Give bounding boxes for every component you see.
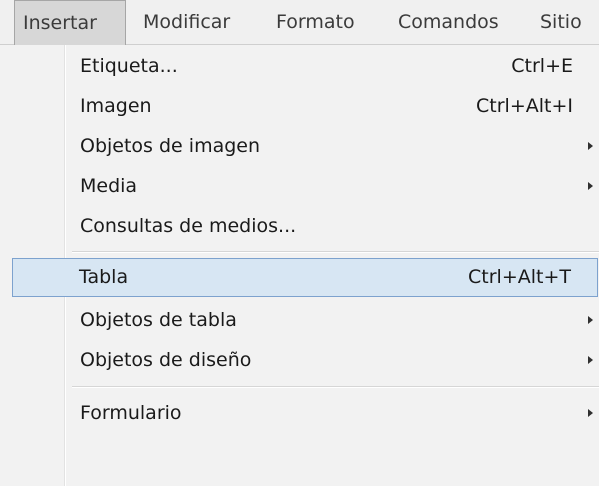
submenu-arrow-icon: [588, 356, 593, 364]
menu-item-label: Objetos de tabla: [80, 309, 237, 331]
submenu-arrow-icon: [588, 182, 593, 190]
menubar-item-insertar[interactable]: Insertar: [14, 0, 126, 45]
menu-item-media[interactable]: Media: [0, 167, 599, 206]
menu-item-label: Formulario: [80, 402, 182, 424]
submenu-arrow-icon: [588, 409, 593, 417]
menubar-item-sitio[interactable]: Sitio: [540, 0, 582, 45]
menu-item-formulario[interactable]: Formulario: [0, 394, 599, 433]
submenu-arrow-icon: [588, 316, 593, 324]
menu-item-objetos-de-tabla[interactable]: Objetos de tabla: [0, 301, 599, 340]
menubar-item-formato[interactable]: Formato: [276, 0, 355, 45]
menu-item-label: Consultas de medios...: [80, 215, 297, 237]
menu-item-label: Objetos de imagen: [80, 135, 261, 157]
menu-item-tabla[interactable]: Tabla Ctrl+Alt+T: [12, 258, 598, 297]
menubar-item-comandos[interactable]: Comandos: [398, 0, 499, 45]
menu-item-shortcut: Ctrl+Alt+T: [468, 266, 571, 288]
menu-bar: Insertar Modificar Formato Comandos Siti…: [0, 0, 599, 45]
menu-item-etiqueta[interactable]: Etiqueta... Ctrl+E: [0, 47, 599, 86]
menu-separator: [72, 386, 599, 388]
menu-item-label: Tabla: [79, 266, 129, 288]
insert-dropdown-menu: Etiqueta... Ctrl+E Imagen Ctrl+Alt+I Obj…: [0, 45, 599, 486]
menu-item-objetos-de-imagen[interactable]: Objetos de imagen: [0, 127, 599, 166]
menu-item-objetos-de-diseno[interactable]: Objetos de diseño: [0, 341, 599, 380]
menu-item-consultas-de-medios[interactable]: Consultas de medios...: [0, 207, 599, 246]
menu-item-shortcut: Ctrl+Alt+I: [476, 95, 573, 117]
menu-separator: [72, 251, 599, 253]
menu-item-label: Objetos de diseño: [80, 349, 252, 371]
submenu-arrow-icon: [588, 142, 593, 150]
menu-item-label: Media: [80, 175, 138, 197]
menu-item-label: Etiqueta...: [80, 55, 178, 77]
menu-item-shortcut: Ctrl+E: [511, 55, 573, 77]
menu-item-imagen[interactable]: Imagen Ctrl+Alt+I: [0, 87, 599, 126]
menubar-item-modificar[interactable]: Modificar: [143, 0, 230, 45]
menu-item-label: Imagen: [80, 95, 152, 117]
